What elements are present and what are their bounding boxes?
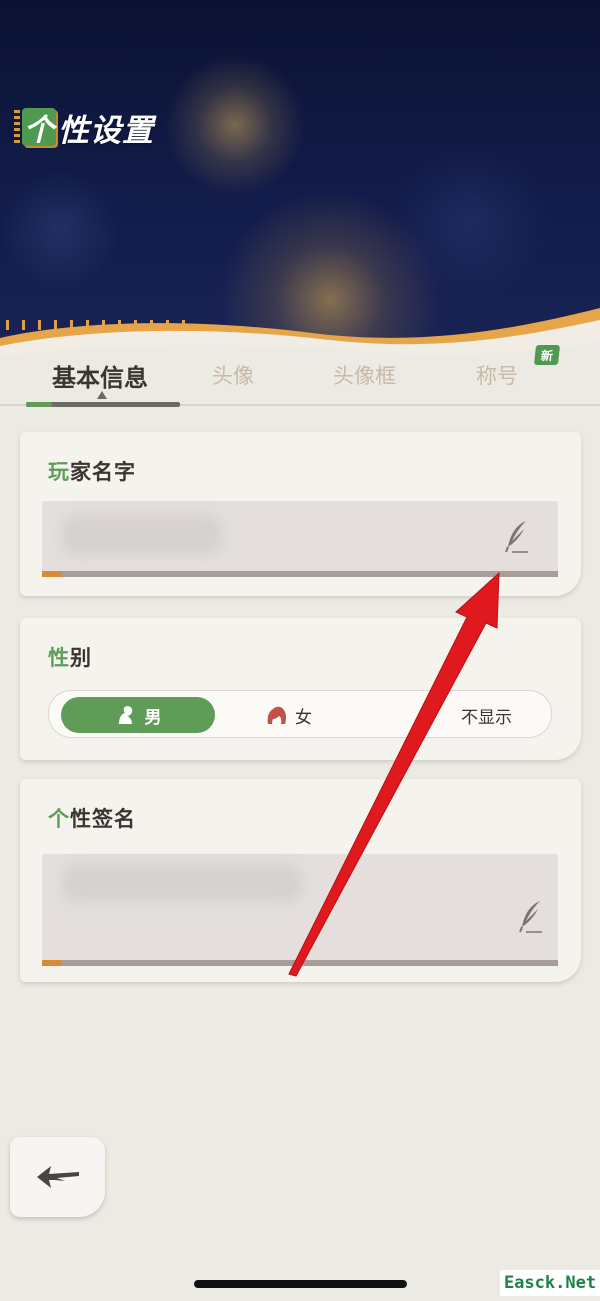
title-decoration <box>14 110 20 144</box>
input-underline <box>42 960 558 966</box>
gender-selector: 男 女 不显示 <box>48 690 552 738</box>
watermark: Easck.Net <box>500 1270 600 1296</box>
back-button[interactable] <box>10 1137 105 1217</box>
signature-title: 个性签名 <box>48 807 136 831</box>
tab-bar: 基本信息 头像 头像框 称号 <box>0 352 600 408</box>
quill-icon[interactable] <box>502 519 530 555</box>
home-indicator <box>194 1280 407 1288</box>
gender-option-female[interactable]: 女 <box>265 697 312 733</box>
page-title: 个 性设置 <box>14 104 154 150</box>
gender-title: 性别 <box>48 646 92 670</box>
tab-avatar[interactable]: 头像 <box>212 360 254 390</box>
gender-hidden-label: 不显示 <box>461 707 512 728</box>
blurred-signature-text <box>62 864 302 902</box>
signature-input[interactable] <box>42 854 558 966</box>
input-underline <box>42 571 558 577</box>
gender-male-label: 男 <box>144 707 162 728</box>
title-first-char: 个 <box>22 108 56 148</box>
quill-icon[interactable] <box>516 899 544 935</box>
gender-option-male[interactable]: 男 <box>61 697 215 733</box>
player-name-input[interactable] <box>42 501 558 577</box>
blurred-name-text <box>62 515 222 555</box>
player-name-card: 玩家名字 <box>20 432 581 596</box>
back-arrow-icon <box>36 1166 79 1188</box>
gender-female-label: 女 <box>295 707 312 728</box>
active-tab-indicator <box>26 402 180 407</box>
male-icon <box>118 706 132 724</box>
tab-title[interactable]: 称号 <box>476 360 518 390</box>
new-badge: 新 <box>533 345 561 365</box>
signature-card: 个性签名 <box>20 779 581 982</box>
tab-basic-info[interactable]: 基本信息 <box>52 358 148 393</box>
active-tab-pointer <box>97 391 107 399</box>
title-rest: 性设置 <box>58 112 154 149</box>
player-name-title: 玩家名字 <box>48 460 136 484</box>
gender-option-hidden[interactable]: 不显示 <box>461 697 512 733</box>
female-icon <box>267 706 287 724</box>
gender-card: 性别 男 女 不显示 <box>20 618 581 760</box>
tab-avatar-frame[interactable]: 头像框 <box>333 360 396 390</box>
